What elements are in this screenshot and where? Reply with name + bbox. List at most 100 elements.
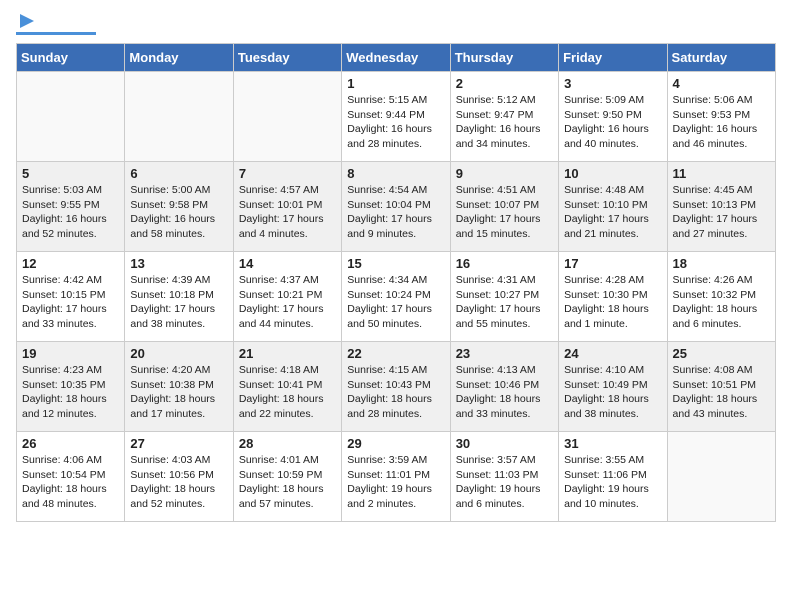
day-cell: 12Sunrise: 4:42 AM Sunset: 10:15 PM Dayl…: [17, 252, 125, 342]
day-info: Sunrise: 3:59 AM Sunset: 11:01 PM Daylig…: [347, 453, 444, 512]
day-cell: 23 Sunrise: 4:13 AM Sunset: 10:46 PM Dayl…: [450, 342, 558, 432]
day-cell: 26Sunrise: 4:06 AM Sunset: 10:54 PM Dayl…: [17, 432, 125, 522]
day-number: 28: [239, 436, 336, 451]
day-cell: 31 Sunrise: 3:55 AM Sunset: 11:06 PM Dayl…: [559, 432, 667, 522]
day-cell: 7 Sunrise: 4:57 AM Sunset: 10:01 PM Dayli…: [233, 162, 341, 252]
calendar-table: SundayMondayTuesdayWednesdayThursdayFrid…: [16, 43, 776, 522]
day-info: Sunrise: 4:18 AM Sunset: 10:41 PM Daylig…: [239, 363, 336, 422]
day-info: Sunrise: 4:37 AM Sunset: 10:21 PM Daylig…: [239, 273, 336, 332]
day-info: Sunrise: 4:23 AM Sunset: 10:35 PM Daylig…: [22, 363, 119, 422]
day-info: Sunrise: 4:08 AM Sunset: 10:51 PM Daylig…: [673, 363, 770, 422]
header-saturday: Saturday: [667, 44, 775, 72]
day-info: Sunrise: 4:31 AM Sunset: 10:27 PM Daylig…: [456, 273, 553, 332]
day-number: 18: [673, 256, 770, 271]
day-info: Sunrise: 4:10 AM Sunset: 10:49 PM Daylig…: [564, 363, 661, 422]
day-number: 20: [130, 346, 227, 361]
day-info: Sunrise: 3:55 AM Sunset: 11:06 PM Daylig…: [564, 453, 661, 512]
header-friday: Friday: [559, 44, 667, 72]
day-number: 6: [130, 166, 227, 181]
day-cell: [233, 72, 341, 162]
day-info: Sunrise: 5:09 AM Sunset: 9:50 PM Dayligh…: [564, 93, 661, 152]
week-row-2: 5 Sunrise: 5:03 AM Sunset: 9:55 PM Daylig…: [17, 162, 776, 252]
day-info: Sunrise: 5:00 AM Sunset: 9:58 PM Dayligh…: [130, 183, 227, 242]
day-info: Sunrise: 4:54 AM Sunset: 10:04 PM Daylig…: [347, 183, 444, 242]
day-number: 11: [673, 166, 770, 181]
day-info: Sunrise: 4:06 AM Sunset: 10:54 PM Daylig…: [22, 453, 119, 512]
week-row-1: 1 Sunrise: 5:15 AM Sunset: 9:44 PM Daylig…: [17, 72, 776, 162]
day-number: 10: [564, 166, 661, 181]
day-info: Sunrise: 4:45 AM Sunset: 10:13 PM Daylig…: [673, 183, 770, 242]
day-number: 4: [673, 76, 770, 91]
day-number: 29: [347, 436, 444, 451]
day-cell: [667, 432, 775, 522]
day-cell: 19Sunrise: 4:23 AM Sunset: 10:35 PM Dayl…: [17, 342, 125, 432]
day-cell: 18 Sunrise: 4:26 AM Sunset: 10:32 PM Dayl…: [667, 252, 775, 342]
day-cell: 21 Sunrise: 4:18 AM Sunset: 10:41 PM Dayl…: [233, 342, 341, 432]
day-info: Sunrise: 5:12 AM Sunset: 9:47 PM Dayligh…: [456, 93, 553, 152]
day-info: Sunrise: 4:26 AM Sunset: 10:32 PM Daylig…: [673, 273, 770, 332]
day-number: 21: [239, 346, 336, 361]
day-number: 2: [456, 76, 553, 91]
day-cell: 9 Sunrise: 4:51 AM Sunset: 10:07 PM Dayli…: [450, 162, 558, 252]
day-cell: 11 Sunrise: 4:45 AM Sunset: 10:13 PM Dayl…: [667, 162, 775, 252]
day-number: 27: [130, 436, 227, 451]
day-number: 9: [456, 166, 553, 181]
day-cell: 16 Sunrise: 4:31 AM Sunset: 10:27 PM Dayl…: [450, 252, 558, 342]
day-number: 30: [456, 436, 553, 451]
day-cell: 24 Sunrise: 4:10 AM Sunset: 10:49 PM Dayl…: [559, 342, 667, 432]
day-number: 25: [673, 346, 770, 361]
day-info: Sunrise: 5:06 AM Sunset: 9:53 PM Dayligh…: [673, 93, 770, 152]
day-cell: 25 Sunrise: 4:08 AM Sunset: 10:51 PM Dayl…: [667, 342, 775, 432]
day-info: Sunrise: 4:20 AM Sunset: 10:38 PM Daylig…: [130, 363, 227, 422]
day-number: 17: [564, 256, 661, 271]
day-number: 1: [347, 76, 444, 91]
header-sunday: Sunday: [17, 44, 125, 72]
day-cell: 8Sunrise: 4:54 AM Sunset: 10:04 PM Dayli…: [342, 162, 450, 252]
week-row-4: 19Sunrise: 4:23 AM Sunset: 10:35 PM Dayl…: [17, 342, 776, 432]
day-cell: 30 Sunrise: 3:57 AM Sunset: 11:03 PM Dayl…: [450, 432, 558, 522]
day-number: 16: [456, 256, 553, 271]
day-number: 24: [564, 346, 661, 361]
day-number: 13: [130, 256, 227, 271]
day-cell: 14Sunrise: 4:37 AM Sunset: 10:21 PM Dayl…: [233, 252, 341, 342]
header-tuesday: Tuesday: [233, 44, 341, 72]
day-cell: 10 Sunrise: 4:48 AM Sunset: 10:10 PM Dayl…: [559, 162, 667, 252]
day-info: Sunrise: 3:57 AM Sunset: 11:03 PM Daylig…: [456, 453, 553, 512]
day-info: Sunrise: 4:28 AM Sunset: 10:30 PM Daylig…: [564, 273, 661, 332]
day-cell: 15 Sunrise: 4:34 AM Sunset: 10:24 PM Dayl…: [342, 252, 450, 342]
week-row-3: 12Sunrise: 4:42 AM Sunset: 10:15 PM Dayl…: [17, 252, 776, 342]
day-info: Sunrise: 5:15 AM Sunset: 9:44 PM Dayligh…: [347, 93, 444, 152]
day-cell: 3 Sunrise: 5:09 AM Sunset: 9:50 PM Daylig…: [559, 72, 667, 162]
day-info: Sunrise: 4:15 AM Sunset: 10:43 PM Daylig…: [347, 363, 444, 422]
day-info: Sunrise: 4:51 AM Sunset: 10:07 PM Daylig…: [456, 183, 553, 242]
day-info: Sunrise: 4:57 AM Sunset: 10:01 PM Daylig…: [239, 183, 336, 242]
day-info: Sunrise: 4:13 AM Sunset: 10:46 PM Daylig…: [456, 363, 553, 422]
logo-arrow-icon: [18, 12, 36, 30]
header-thursday: Thursday: [450, 44, 558, 72]
day-info: Sunrise: 4:03 AM Sunset: 10:56 PM Daylig…: [130, 453, 227, 512]
day-cell: 13Sunrise: 4:39 AM Sunset: 10:18 PM Dayl…: [125, 252, 233, 342]
day-cell: 5 Sunrise: 5:03 AM Sunset: 9:55 PM Daylig…: [17, 162, 125, 252]
day-info: Sunrise: 4:48 AM Sunset: 10:10 PM Daylig…: [564, 183, 661, 242]
day-cell: 4 Sunrise: 5:06 AM Sunset: 9:53 PM Daylig…: [667, 72, 775, 162]
day-number: 3: [564, 76, 661, 91]
logo: [16, 16, 96, 35]
day-number: 15: [347, 256, 444, 271]
day-number: 31: [564, 436, 661, 451]
day-cell: 27 Sunrise: 4:03 AM Sunset: 10:56 PM Dayl…: [125, 432, 233, 522]
day-cell: 1 Sunrise: 5:15 AM Sunset: 9:44 PM Daylig…: [342, 72, 450, 162]
day-cell: [125, 72, 233, 162]
day-info: Sunrise: 4:01 AM Sunset: 10:59 PM Daylig…: [239, 453, 336, 512]
day-info: Sunrise: 5:03 AM Sunset: 9:55 PM Dayligh…: [22, 183, 119, 242]
day-info: Sunrise: 4:42 AM Sunset: 10:15 PM Daylig…: [22, 273, 119, 332]
day-cell: 6 Sunrise: 5:00 AM Sunset: 9:58 PM Daylig…: [125, 162, 233, 252]
day-number: 23: [456, 346, 553, 361]
day-info: Sunrise: 4:34 AM Sunset: 10:24 PM Daylig…: [347, 273, 444, 332]
day-cell: [17, 72, 125, 162]
day-cell: 22Sunrise: 4:15 AM Sunset: 10:43 PM Dayl…: [342, 342, 450, 432]
day-cell: 28 Sunrise: 4:01 AM Sunset: 10:59 PM Dayl…: [233, 432, 341, 522]
day-number: 5: [22, 166, 119, 181]
day-number: 7: [239, 166, 336, 181]
calendar-header-row: SundayMondayTuesdayWednesdayThursdayFrid…: [17, 44, 776, 72]
week-row-5: 26Sunrise: 4:06 AM Sunset: 10:54 PM Dayl…: [17, 432, 776, 522]
